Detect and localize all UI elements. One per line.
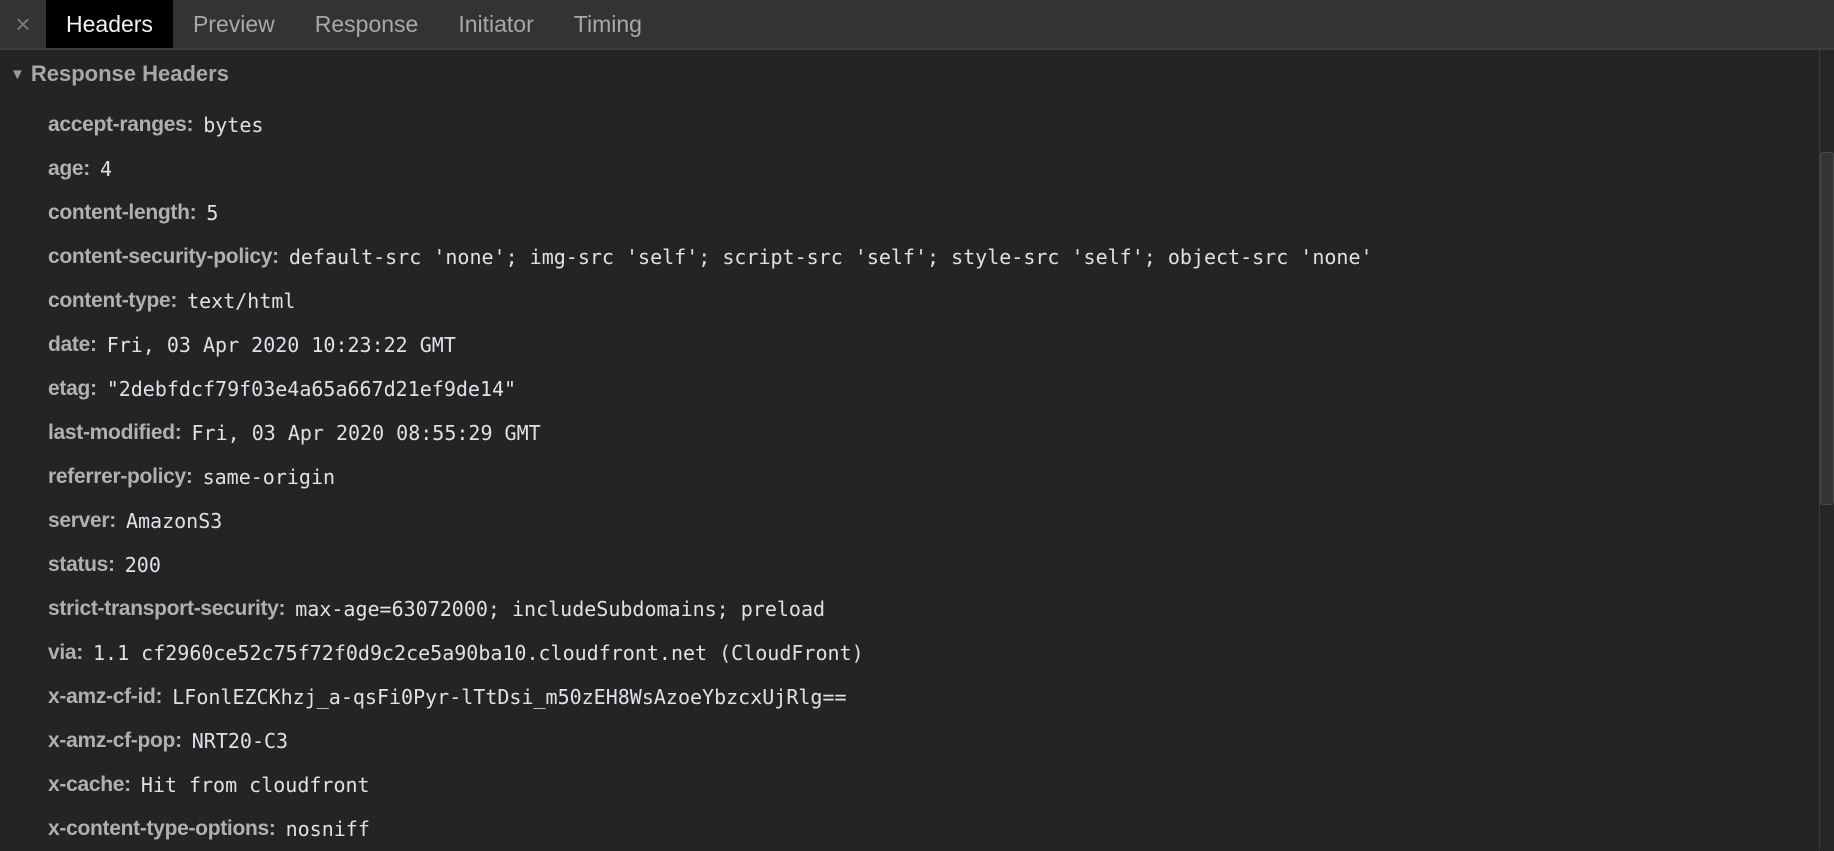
header-name: content-type: <box>48 289 178 312</box>
close-icon[interactable]: × <box>0 0 46 48</box>
header-name: x-amz-cf-pop: <box>48 729 182 752</box>
section-title: Response Headers <box>30 61 229 86</box>
header-row: x-content-type-options: nosniff <box>48 807 1373 851</box>
header-name: last-modified: <box>48 421 182 444</box>
header-name: via: <box>48 641 83 664</box>
header-name: x-amz-cf-id: <box>48 685 163 708</box>
header-value: 1.1 cf2960ce52c75f72f0d9c2ce5a90ba10.clo… <box>93 641 864 665</box>
header-name: status: <box>48 553 115 576</box>
header-row: content-length: 5 <box>48 191 1373 235</box>
header-name: server: <box>48 509 116 532</box>
header-row: last-modified: Fri, 03 Apr 2020 08:55:29 … <box>48 411 1373 455</box>
header-value: LFonlEZCKhzj_a-qsFi0Pyr-lTtDsi_m50zEH8Ws… <box>172 685 847 709</box>
tab-preview[interactable]: Preview <box>173 0 295 48</box>
tab-bar: × Headers Preview Response Initiator Tim… <box>0 0 1834 50</box>
header-value: max-age=63072000; includeSubdomains; pre… <box>295 597 826 621</box>
header-value: nosniff <box>285 817 370 841</box>
header-row: date: Fri, 03 Apr 2020 10:23:22 GMT <box>48 323 1373 367</box>
header-name: content-security-policy: <box>48 245 279 268</box>
header-row: content-security-policy: default-src 'non… <box>48 235 1373 279</box>
header-name: referrer-policy: <box>48 465 193 488</box>
header-name: age: <box>48 157 90 180</box>
header-value: same-origin <box>202 465 336 489</box>
header-value: 200 <box>124 553 161 577</box>
header-row: x-cache: Hit from cloudfront <box>48 763 1373 807</box>
header-row: content-type: text/html <box>48 279 1373 323</box>
header-name: etag: <box>48 377 97 400</box>
tab-initiator[interactable]: Initiator <box>438 0 553 48</box>
header-value: bytes <box>203 113 264 137</box>
tab-response[interactable]: Response <box>295 0 439 48</box>
header-value: NRT20-C3 <box>191 729 289 753</box>
header-value: "2debfdcf79f03e4a65a667d21ef9de14" <box>106 377 517 401</box>
header-row: accept-ranges: bytes <box>48 103 1373 147</box>
header-name: content-length: <box>48 201 197 224</box>
header-row: strict-transport-security: max-age=630720… <box>48 587 1373 631</box>
header-value: Fri, 03 Apr 2020 10:23:22 GMT <box>106 333 456 357</box>
header-value: default-src 'none'; img-src 'self'; scri… <box>288 245 1373 269</box>
header-row: etag: "2debfdcf79f03e4a65a667d21ef9de14" <box>48 367 1373 411</box>
header-row: referrer-policy: same-origin <box>48 455 1373 499</box>
header-name: x-cache: <box>48 773 131 796</box>
triangle-down-icon: ▼ <box>10 65 25 83</box>
header-row: server: AmazonS3 <box>48 499 1373 543</box>
header-value: text/html <box>187 289 296 313</box>
header-name: strict-transport-security: <box>48 597 286 620</box>
header-value: Fri, 03 Apr 2020 08:55:29 GMT <box>191 421 541 445</box>
header-value: 5 <box>206 201 219 225</box>
header-name: accept-ranges: <box>48 113 194 136</box>
header-row: via: 1.1 cf2960ce52c75f72f0d9c2ce5a90ba10… <box>48 631 1373 675</box>
headers-list: accept-ranges: bytes age: 4 content-length: 5… <box>48 103 1373 851</box>
header-value: AmazonS3 <box>125 509 223 533</box>
header-name: date: <box>48 333 97 356</box>
tab-headers[interactable]: Headers <box>46 0 173 48</box>
header-value: Hit from cloudfront <box>140 773 370 797</box>
scrollbar-thumb[interactable] <box>1820 152 1834 505</box>
tab-timing[interactable]: Timing <box>554 0 662 48</box>
header-row: x-amz-cf-id: LFonlEZCKhzj_a-qsFi0Pyr-lTtD… <box>48 675 1373 719</box>
header-row: x-amz-cf-pop: NRT20-C3 <box>48 719 1373 763</box>
header-row: status: 200 <box>48 543 1373 587</box>
header-name: x-content-type-options: <box>48 817 276 840</box>
header-row: age: 4 <box>48 147 1373 191</box>
header-value: 4 <box>99 157 113 181</box>
response-headers-toggle[interactable]: ▼ Response Headers <box>10 58 229 90</box>
